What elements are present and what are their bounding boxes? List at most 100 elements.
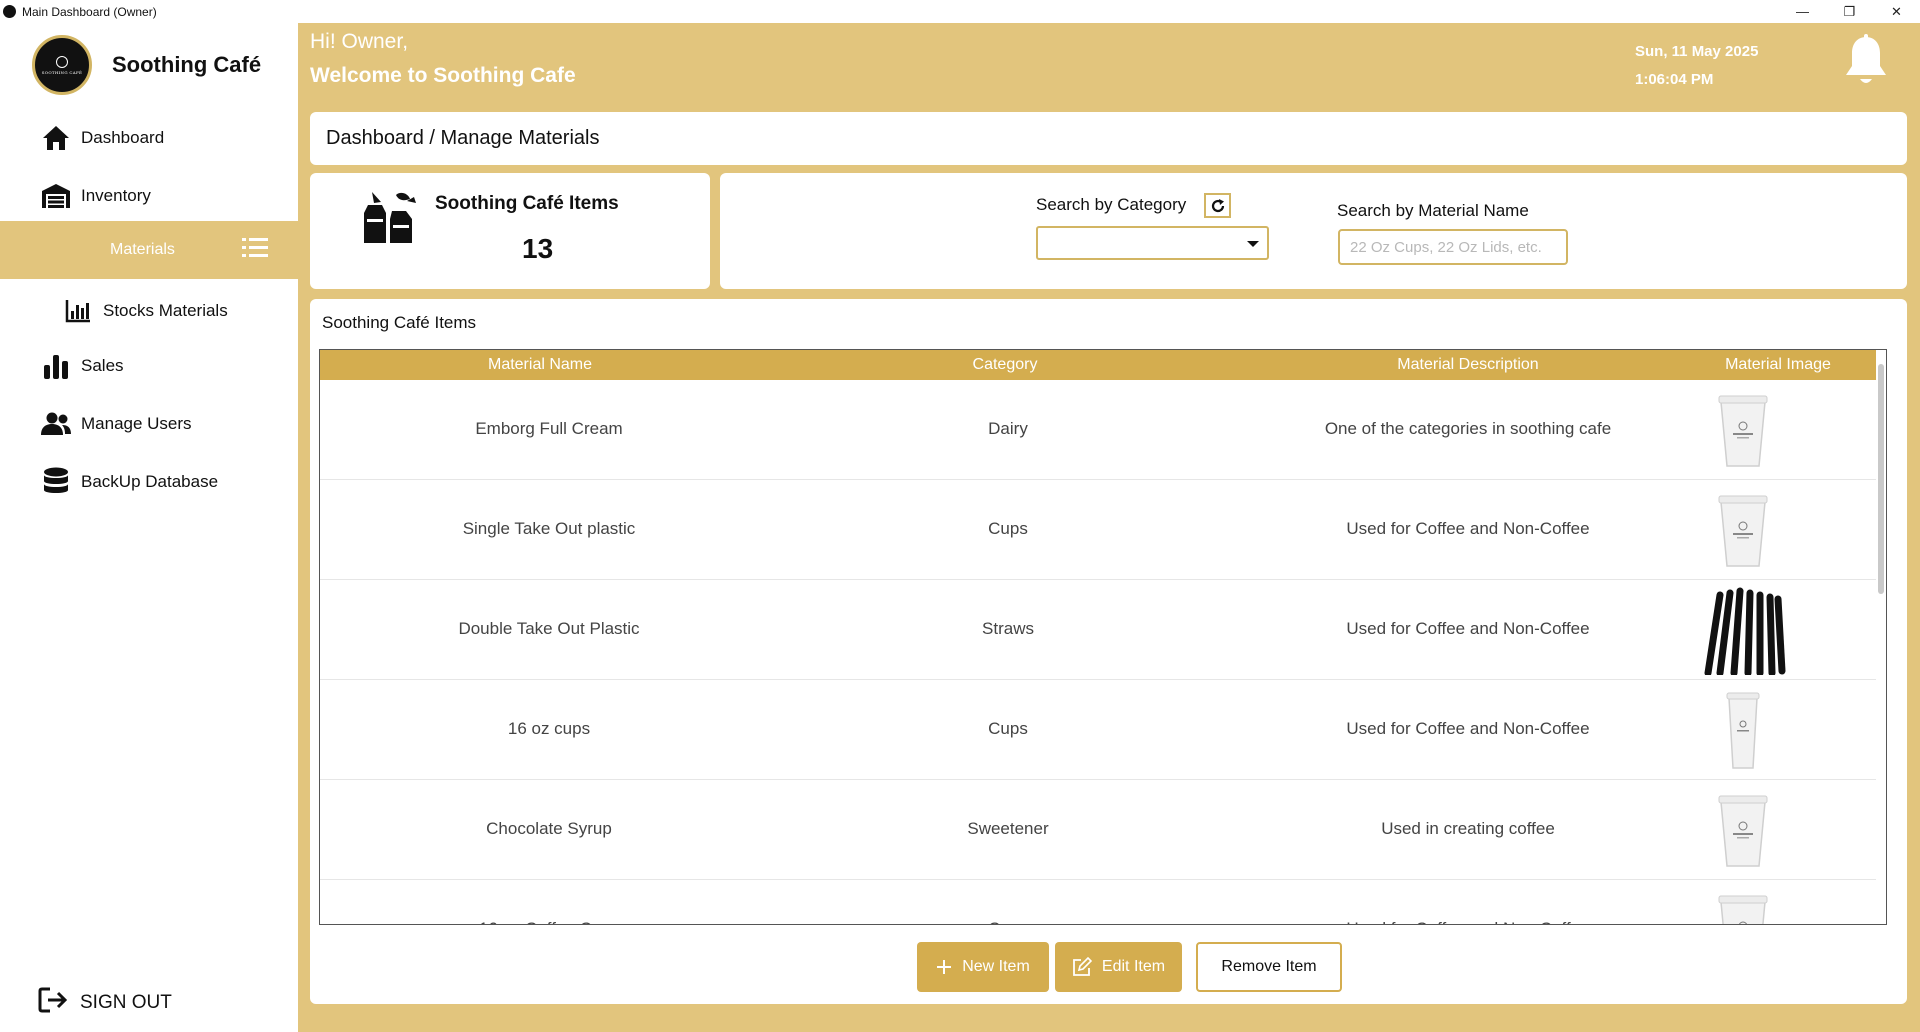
table-row[interactable]: Single Take Out plastic Cups Used for Coff… [320,480,1876,580]
time-text: 1:06:04 PM [1635,71,1714,88]
sidebar-item-manage-users[interactable]: Manage Users [0,401,298,447]
search-panel: Search by Category Search by Material Na… [720,173,1907,289]
window-titlebar: Main Dashboard (Owner) — ❐ ✕ [0,0,1920,23]
refresh-icon [1211,198,1224,212]
materials-table-card: Soothing Café Items Material Name Catego… [310,299,1907,1004]
table-row[interactable]: Double Take Out Plastic Straws Used for Co… [320,580,1876,680]
minimize-icon[interactable]: — [1779,0,1826,23]
restore-icon[interactable]: ❐ [1826,0,1873,23]
material-name-cell: Double Take Out Plastic [458,619,640,638]
column-header[interactable]: Material Image [1688,356,1868,374]
database-icon [41,467,71,497]
table-row[interactable]: 16 oz cups Cups Used for Coffee and Non-Co… [320,680,1876,780]
date-text: Sun, 11 May 2025 [1635,43,1759,60]
material-name-cell: Emborg Full Cream [475,419,623,438]
category-select[interactable] [1036,226,1269,260]
box-icon [362,189,418,250]
sidebar-item-label: Inventory [81,186,151,205]
sidebar-item-backup-database[interactable]: BackUp Database [0,459,298,505]
sidebar-item-sales[interactable]: Sales [0,343,298,389]
window-title: Main Dashboard (Owner) [22,4,157,19]
materials-table[interactable]: Material Name Category Material Descript… [319,349,1887,925]
table-row[interactable]: Chocolate Syrup Sweetener Used in creating… [320,780,1876,880]
remove-item-label: Remove Item [1221,958,1317,975]
new-item-label: New Item [962,958,1030,975]
material-name-cell: Single Take Out plastic [462,519,636,538]
items-count: 13 [522,233,554,264]
material-image [1688,586,1798,675]
close-icon[interactable]: ✕ [1873,0,1920,23]
window-controls: — ❐ ✕ [1779,0,1920,23]
sidebar-item-label: Manage Users [81,414,192,433]
material-name-input[interactable] [1338,229,1568,265]
material-name-cell: 16 oz cups [507,719,591,738]
greeting-text: Hi! Owner, [310,30,409,53]
sidebar-item-label: Dashboard [81,128,165,147]
category-cell: Cups [988,719,1028,738]
brand-name: Soothing Café [112,52,262,77]
material-name-cell: Chocolate Syrup [486,819,612,838]
sidebar-item-label: Materials [110,241,175,258]
edit-item-button[interactable]: Edit Item [1055,942,1182,992]
description-cell: Used for Coffee and Non-Coffee [1238,919,1698,924]
plus-icon [936,959,952,975]
datetime: Sun, 11 May 2025 1:06:04 PM [1635,38,1758,94]
signout-button[interactable]: SIGN OUT [38,986,172,1019]
material-image [1688,786,1798,874]
users-icon [41,409,71,439]
refresh-button[interactable] [1204,193,1231,218]
category-cell: Cups [988,519,1028,538]
description-cell: Used for Coffee and Non-Coffee [1346,619,1590,638]
column-header[interactable]: Material Name [320,356,760,374]
warehouse-icon [41,181,71,211]
table-row[interactable]: Emborg Full Cream Dairy One of the categor… [320,380,1876,480]
app-icon [3,5,16,18]
table-row[interactable]: 16 oz Coffee CupsCupsUsed for Coffee and… [320,880,1876,924]
column-header[interactable]: Category [775,356,1235,374]
sidebar-item-label: Sales [81,356,124,375]
sidebar-item-label: BackUp Database [81,472,219,491]
description-cell: Used for Coffee and Non-Coffee [1346,719,1590,738]
breadcrumb: Dashboard / Manage Materials [310,112,1907,165]
category-label: Search by Category [1036,195,1187,214]
welcome-text: Welcome to Soothing Cafe [310,64,576,87]
sidebar-item-inventory[interactable]: Inventory [0,173,298,219]
chevron-down-icon [1247,241,1259,247]
items-summary-card: Soothing Café Items 13 [310,173,710,289]
table-body: Emborg Full Cream Dairy One of the categor… [320,380,1876,924]
logo: SOOTHING CAFÉ [32,35,92,95]
material-name-label: Search by Material Name [1337,201,1529,220]
column-header[interactable]: Material Description [1238,356,1698,374]
material-image [1688,686,1798,774]
sidebar: SOOTHING CAFÉ Soothing Café Dashboard In… [0,23,298,1032]
signout-label: SIGN OUT [80,991,172,1013]
signout-icon [38,986,68,1019]
brand: SOOTHING CAFÉ Soothing Café [32,35,261,95]
items-card-title: Soothing Café Items [435,193,619,214]
sidebar-item-stocks-materials[interactable]: Stocks Materials [0,288,298,334]
sidebar-item-label: Stocks Materials [103,301,228,320]
chart-bars-icon [41,351,71,381]
material-image [1688,886,1798,924]
sidebar-item-dashboard[interactable]: Dashboard [0,115,298,161]
table-scrollbar[interactable] [1878,364,1884,594]
material-image [1688,386,1798,474]
category-cell: Cups [778,919,1238,924]
greeting: Hi! Owner, Welcome to Soothing Cafe [310,30,576,88]
bell-icon[interactable] [1843,34,1889,93]
description-cell: One of the categories in soothing cafe [1324,419,1612,438]
sidebar-item-materials[interactable]: Materials [0,221,298,279]
material-image [1688,486,1798,574]
category-cell: Dairy [988,419,1028,438]
table-title: Soothing Café Items [322,313,477,332]
description-cell: Used for Coffee and Non-Coffee [1346,519,1590,538]
category-cell: Straws [982,619,1034,638]
material-name-cell: 16 oz Coffee Cups [320,919,778,924]
remove-item-button[interactable]: Remove Item [1196,942,1342,992]
bar-chart-icon [63,296,93,326]
edit-item-label: Edit Item [1101,958,1166,975]
category-cell: Sweetener [967,819,1049,838]
edit-icon [1072,957,1092,977]
new-item-button[interactable]: New Item [917,942,1049,992]
table-header: Material Name Category Material Descript… [320,350,1876,380]
